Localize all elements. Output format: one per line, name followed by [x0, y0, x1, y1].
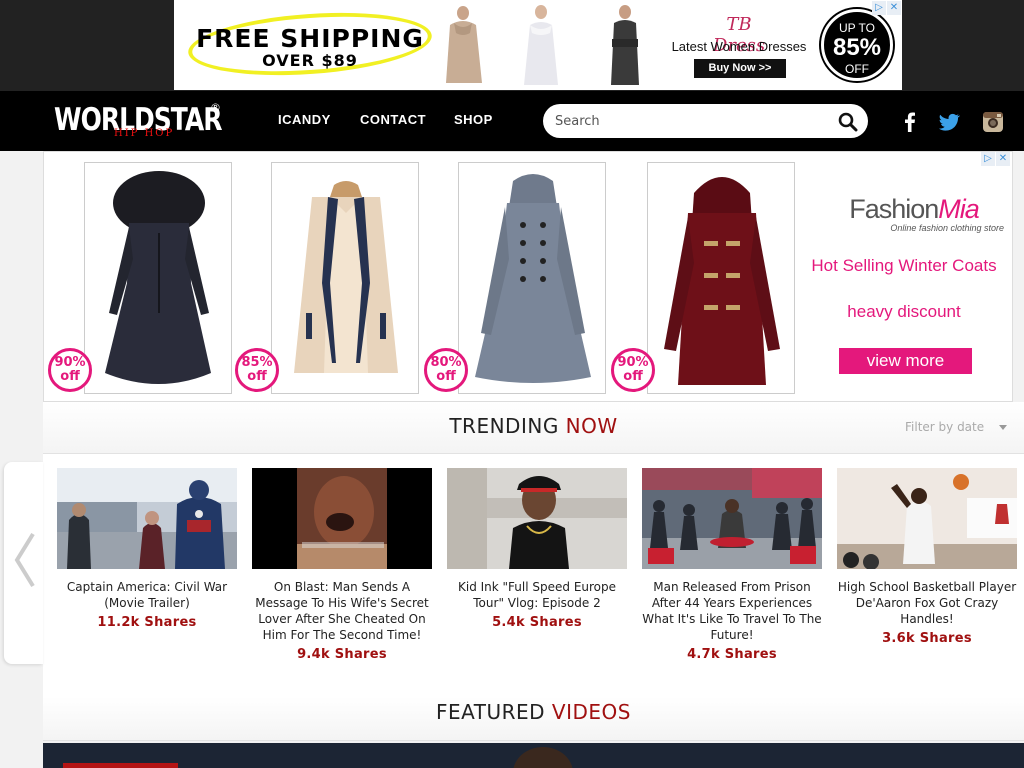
logo-text: Fashion	[849, 194, 939, 224]
video-thumbnail[interactable]	[252, 468, 432, 569]
share-count: 11.2k Shares	[97, 615, 197, 630]
discount-badge: 90% off	[48, 348, 92, 392]
top-ad-bar: FREE SHIPPING OVER $89 TB Dress Latest W…	[0, 0, 1024, 91]
ad-tagline: Online fashion clothing store	[890, 223, 1004, 233]
logo-text-accent: Mia	[938, 194, 980, 224]
card-title[interactable]: Captain America: Civil War (Movie Traile…	[57, 579, 237, 611]
dress-image	[524, 5, 558, 85]
section-title-text: TRENDING	[449, 414, 559, 438]
trending-card[interactable]: On Blast: Man Sends A Message To His Wif…	[252, 468, 432, 662]
discount-badge: 90% off	[611, 348, 655, 392]
ad-close-icon[interactable]: ✕	[887, 1, 901, 15]
section-title-text: FEATURED	[436, 700, 546, 724]
trending-card[interactable]: Captain America: Civil War (Movie Traile…	[57, 468, 237, 630]
adchoices-icon[interactable]: ▷	[981, 152, 995, 166]
ad-headline: FREE SHIPPING	[196, 24, 424, 53]
discount-badge: 85% off	[235, 348, 279, 392]
ad-subline: heavy discount	[847, 302, 961, 321]
share-count: 4.7k Shares	[687, 647, 777, 662]
site-logo[interactable]: WORLDSTAR HIP HOP ®	[54, 101, 224, 141]
adchoices-icon[interactable]: ▷	[872, 1, 886, 15]
carousel-prev-button[interactable]	[4, 462, 43, 664]
card-title[interactable]: On Blast: Man Sends A Message To His Wif…	[252, 579, 432, 643]
share-count: 3.6k Shares	[882, 631, 972, 646]
nav-shop[interactable]: SHOP	[454, 112, 493, 127]
discount-badge: UP TO 85% OFF	[821, 9, 893, 81]
trending-card[interactable]: High School Basketball Player De'Aaron F…	[837, 468, 1017, 646]
video-thumbnail[interactable]	[642, 468, 822, 569]
coat-image[interactable]	[647, 162, 795, 394]
trending-header: TRENDING NOW Filter by date	[43, 402, 1024, 454]
nav-icandy[interactable]: ICANDY	[278, 112, 331, 127]
card-title[interactable]: High School Basketball Player De'Aaron F…	[837, 579, 1017, 627]
featured-header: FEATURED VIDEOS	[43, 697, 1024, 741]
video-thumbnail[interactable]	[837, 468, 1017, 569]
chevron-down-icon[interactable]	[999, 425, 1007, 430]
share-count: 5.4k Shares	[492, 615, 582, 630]
instagram-icon[interactable]	[981, 110, 1005, 134]
share-count: 9.4k Shares	[297, 647, 387, 662]
trending-card[interactable]: Man Released From Prison After 44 Years …	[642, 468, 822, 662]
ad-headline: Hot Selling Winter Coats	[811, 256, 997, 275]
coat-image[interactable]	[271, 162, 419, 394]
logo-registered-mark: ®	[210, 101, 221, 114]
video-thumbnail	[513, 747, 573, 768]
badge-percent: 85%	[832, 34, 882, 61]
filter-by-date-dropdown[interactable]: Filter by date	[905, 420, 984, 434]
twitter-icon[interactable]	[937, 110, 961, 134]
ad-subline: OVER $89	[262, 51, 358, 70]
nav-contact[interactable]: CONTACT	[360, 112, 426, 127]
trending-card[interactable]: Kid Ink "Full Speed Europe Tour" Vlog: E…	[447, 468, 627, 630]
section-title: FEATURED VIDEOS	[43, 700, 1024, 724]
video-thumbnail[interactable]	[447, 468, 627, 569]
card-title[interactable]: Man Released From Prison After 44 Years …	[642, 579, 822, 643]
ad-tagline: Latest Women Dresses	[671, 39, 807, 54]
badge-suffix: OFF	[845, 62, 869, 76]
fashionmia-logo: FashionMia	[824, 194, 1004, 225]
coat-image[interactable]	[458, 162, 606, 394]
section-title-accent: VIDEOS	[551, 700, 631, 724]
search-box	[543, 104, 868, 138]
search-input[interactable]	[555, 111, 825, 131]
logo-subtext: HIP HOP	[114, 128, 175, 139]
discount-badge: 80% off	[424, 348, 468, 392]
dress-image	[446, 6, 482, 83]
buy-now-button[interactable]: Buy Now >>	[694, 59, 786, 78]
ad-close-icon[interactable]: ✕	[996, 152, 1010, 166]
video-thumbnail[interactable]	[57, 468, 237, 569]
chevron-left-icon	[14, 532, 35, 588]
coat-image[interactable]	[84, 162, 232, 394]
dress-image	[611, 5, 639, 85]
fashion-ad-banner[interactable]: 90% off 85% off 80% off 90% off FashionM…	[43, 151, 1013, 402]
section-title: TRENDING NOW	[43, 414, 1024, 438]
featured-video-player[interactable]	[43, 743, 1024, 768]
facebook-icon[interactable]	[898, 110, 922, 134]
section-title-accent: NOW	[565, 414, 618, 438]
view-more-button[interactable]: view more	[839, 348, 972, 374]
top-banner-ad[interactable]: FREE SHIPPING OVER $89 TB Dress Latest W…	[174, 0, 902, 90]
search-icon[interactable]	[838, 112, 858, 132]
card-title[interactable]: Kid Ink "Full Speed Europe Tour" Vlog: E…	[447, 579, 627, 611]
site-header: WORLDSTAR HIP HOP ® ICANDY CONTACT SHOP	[0, 91, 1024, 151]
badge-prefix: UP TO	[838, 21, 876, 35]
